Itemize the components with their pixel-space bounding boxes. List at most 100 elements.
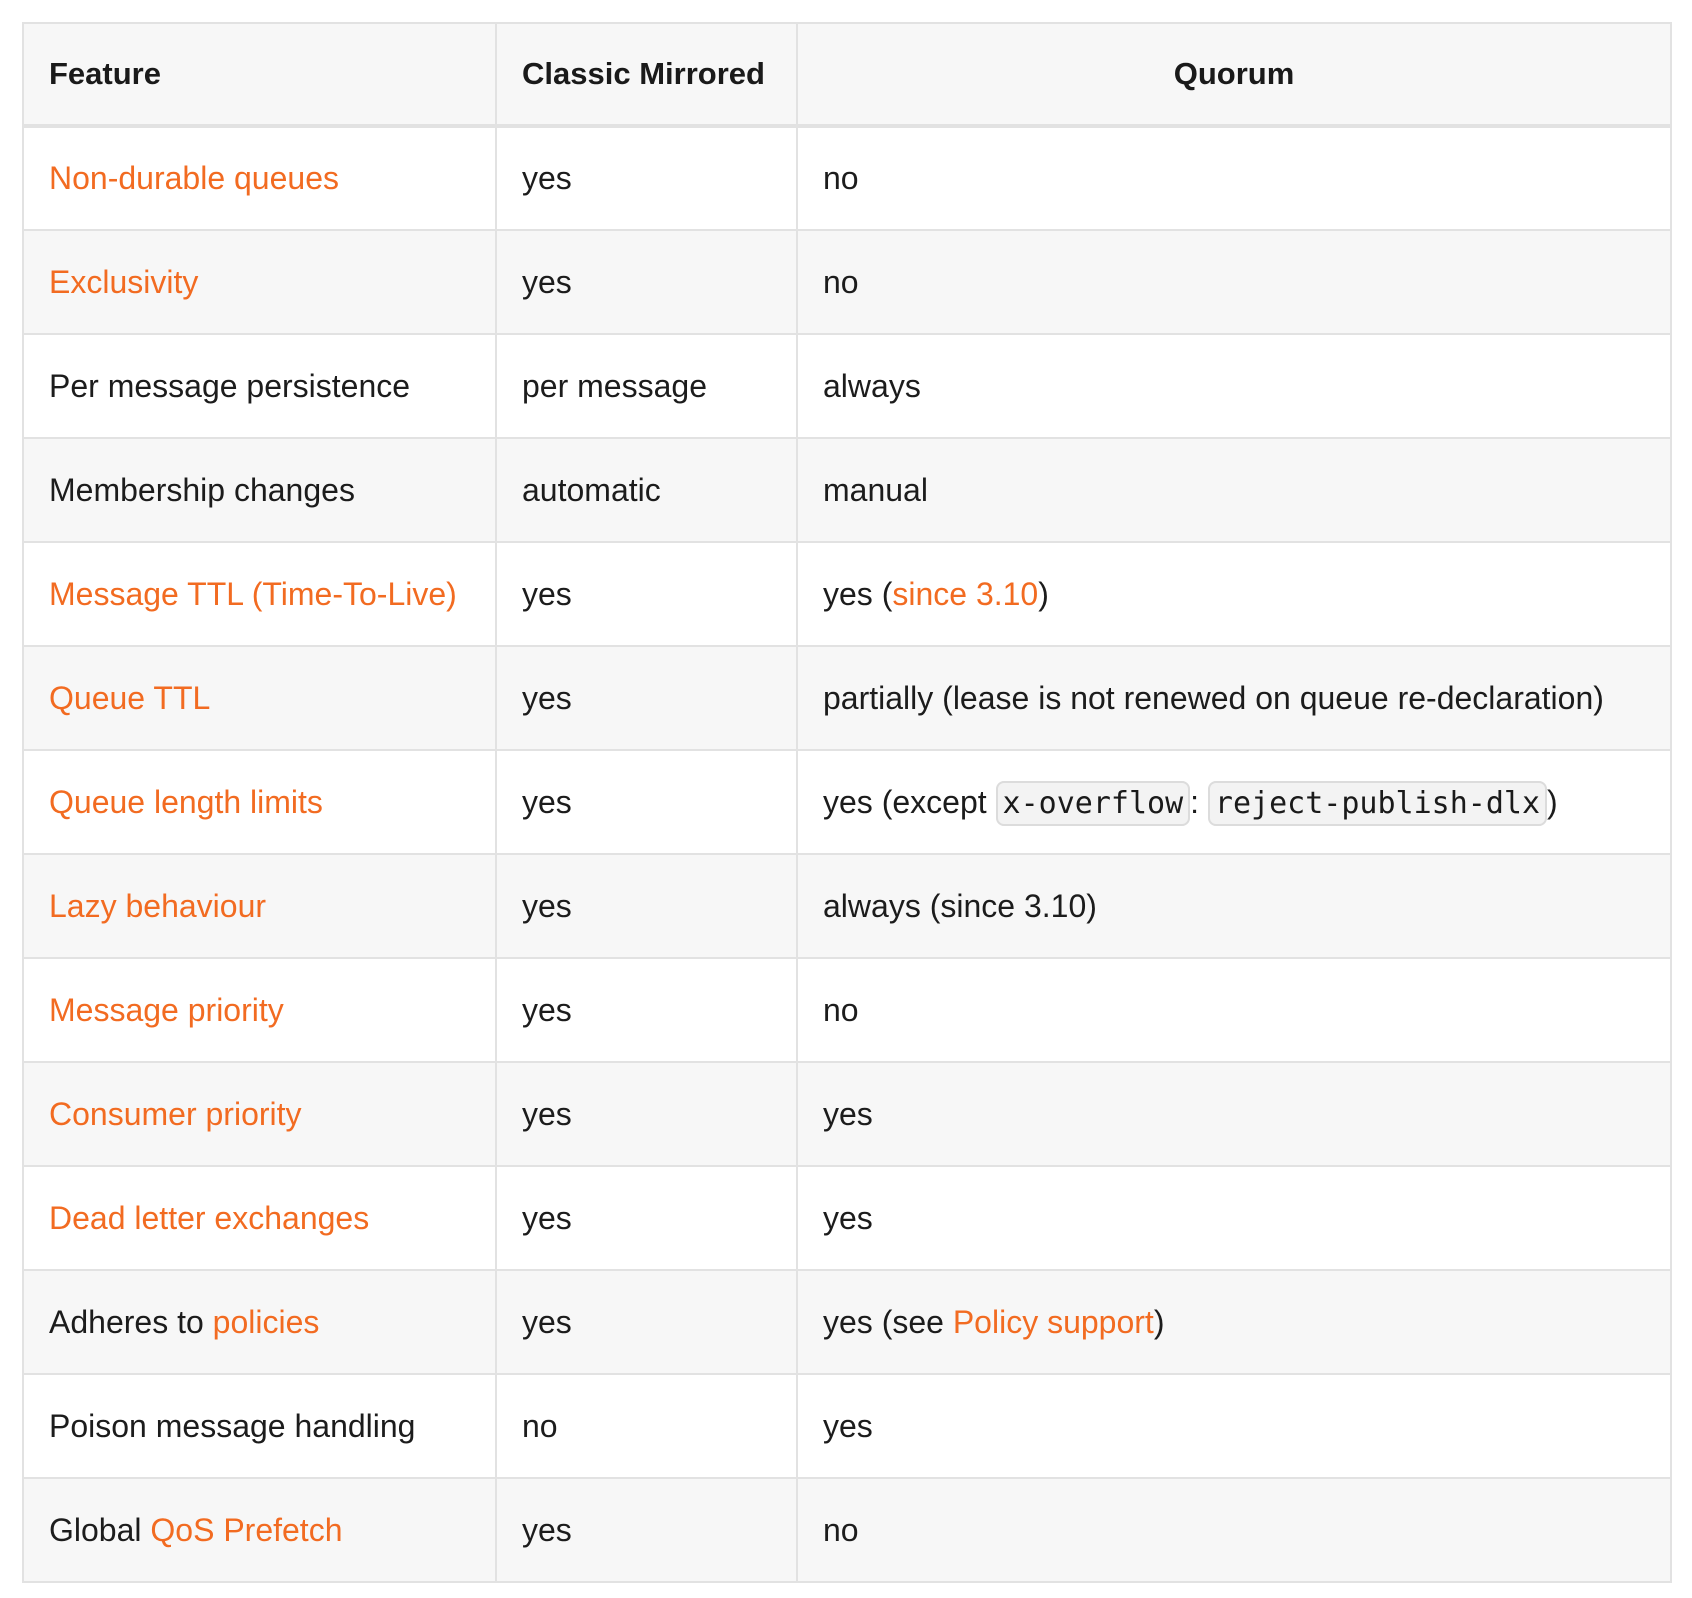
header-quorum: Quorum	[796, 22, 1672, 128]
link-exclusivity[interactable]: Exclusivity	[49, 264, 198, 300]
quorum-cell: yes	[796, 1373, 1672, 1479]
quorum-cell: no	[796, 957, 1672, 1063]
link-since-3-10[interactable]: since 3.10	[892, 576, 1038, 612]
classic-mirrored-cell: yes	[495, 1061, 798, 1167]
feature-cell: Dead letter exchanges	[22, 1165, 497, 1271]
link-message-priority[interactable]: Message priority	[49, 992, 284, 1028]
cell-text: yes	[522, 1511, 572, 1548]
classic-mirrored-cell: yes	[495, 853, 798, 959]
quorum-cell: manual	[796, 437, 1672, 543]
classic-mirrored-cell: yes	[495, 749, 798, 855]
feature-cell: Membership changes	[22, 437, 497, 543]
cell-text: yes	[522, 160, 572, 196]
classic-mirrored-cell: yes	[495, 645, 798, 751]
cell-text: per message	[522, 367, 707, 404]
link-policies[interactable]: policies	[213, 1304, 320, 1340]
cell-text: )	[1547, 783, 1558, 820]
classic-mirrored-cell: automatic	[495, 437, 798, 543]
classic-mirrored-cell: per message	[495, 333, 798, 439]
quorum-cell: no	[796, 1477, 1672, 1583]
table-row: Dead letter exchanges yes yes	[22, 1165, 1672, 1271]
feature-comparison-table: Feature Classic Mirrored Quorum Non-dura…	[22, 22, 1672, 1583]
cell-text: Membership changes	[49, 471, 355, 508]
header-row: Feature Classic Mirrored Quorum	[22, 22, 1672, 128]
cell-text: :	[1190, 783, 1208, 820]
cell-text: yes	[522, 575, 572, 612]
quorum-cell: yes (except x-overflow: reject-publish-d…	[796, 749, 1672, 855]
classic-mirrored-cell: yes	[495, 1165, 798, 1271]
cell-text: yes	[522, 1095, 572, 1132]
table-row: Consumer priority yes yes	[22, 1061, 1672, 1167]
cell-text: )	[1038, 575, 1049, 612]
link-lazy-behaviour[interactable]: Lazy behaviour	[49, 888, 266, 924]
table-row: Global QoS Prefetch yes no	[22, 1477, 1672, 1583]
table-row: Message priority yes no	[22, 957, 1672, 1063]
header-classic-mirrored: Classic Mirrored	[495, 22, 798, 128]
cell-text: yes	[522, 887, 572, 924]
link-consumer-priority[interactable]: Consumer priority	[49, 1096, 302, 1132]
feature-cell: Per message persistence	[22, 333, 497, 439]
table-header: Feature Classic Mirrored Quorum	[22, 22, 1672, 128]
cell-text: Global	[49, 1511, 151, 1548]
code-reject-publish-dlx: reject-publish-dlx	[1207, 780, 1548, 826]
link-message-ttl-time-to-live[interactable]: Message TTL (Time-To-Live)	[49, 576, 457, 612]
quorum-cell: always (since 3.10)	[796, 853, 1672, 959]
cell-text: no	[823, 263, 859, 300]
link-qos-prefetch[interactable]: QoS Prefetch	[150, 1512, 342, 1548]
link-queue-ttl[interactable]: Queue TTL	[49, 680, 210, 716]
classic-mirrored-cell: yes	[495, 541, 798, 647]
cell-text: automatic	[522, 471, 661, 508]
cell-text: partially (lease is not renewed on queue…	[823, 679, 1604, 716]
cell-text: always	[823, 367, 921, 404]
cell-text: no	[823, 160, 859, 196]
feature-comparison-table-container: Feature Classic Mirrored Quorum Non-dura…	[22, 22, 1672, 1583]
quorum-cell: no	[796, 125, 1672, 231]
classic-mirrored-cell: yes	[495, 957, 798, 1063]
quorum-cell: yes	[796, 1165, 1672, 1271]
cell-text: yes	[522, 263, 572, 300]
link-queue-length-limits[interactable]: Queue length limits	[49, 784, 323, 820]
feature-cell: Adheres to policies	[22, 1269, 497, 1375]
feature-cell: Consumer priority	[22, 1061, 497, 1167]
cell-text: Adheres to	[49, 1303, 213, 1340]
link-policy-support[interactable]: Policy support	[953, 1304, 1154, 1340]
table-row: Message TTL (Time-To-Live) yes yes (since …	[22, 541, 1672, 647]
classic-mirrored-cell: yes	[495, 125, 798, 231]
table-row: Poison message handling no yes	[22, 1373, 1672, 1479]
header-feature: Feature	[22, 22, 497, 128]
feature-cell: Message TTL (Time-To-Live)	[22, 541, 497, 647]
table-row: Non-durable queues yes no	[22, 125, 1672, 231]
cell-text: yes	[823, 1407, 873, 1444]
cell-text: yes (	[823, 575, 893, 612]
cell-text: no	[522, 1407, 558, 1444]
table-row: Membership changes automatic manual	[22, 437, 1672, 543]
cell-text: yes	[823, 1095, 873, 1132]
feature-cell: Queue TTL	[22, 645, 497, 751]
link-non-durable-queues[interactable]: Non-durable queues	[49, 160, 339, 196]
cell-text: )	[1153, 1303, 1165, 1340]
cell-text: no	[823, 991, 859, 1028]
table-body: Non-durable queues yes no Exclusivity yes no P…	[22, 125, 1672, 1583]
feature-cell: Poison message handling	[22, 1373, 497, 1479]
cell-text: yes	[823, 1199, 873, 1236]
cell-text: yes (except	[823, 783, 996, 820]
cell-text: yes	[522, 1303, 572, 1340]
table-row: Exclusivity yes no	[22, 229, 1672, 335]
link-dead-letter-exchanges[interactable]: Dead letter exchanges	[49, 1200, 369, 1236]
quorum-cell: yes	[796, 1061, 1672, 1167]
cell-text: yes	[522, 1199, 572, 1236]
classic-mirrored-cell: no	[495, 1373, 798, 1479]
quorum-cell: always	[796, 333, 1672, 439]
classic-mirrored-cell: yes	[495, 1477, 798, 1583]
cell-text: manual	[823, 471, 928, 508]
cell-text: yes	[522, 991, 572, 1028]
quorum-cell: yes (since 3.10)	[796, 541, 1672, 647]
feature-cell: Global QoS Prefetch	[22, 1477, 497, 1583]
cell-text: always (since 3.10)	[823, 887, 1097, 924]
code-x-overflow: x-overflow	[995, 780, 1191, 826]
feature-cell: Exclusivity	[22, 229, 497, 335]
classic-mirrored-cell: yes	[495, 229, 798, 335]
cell-text: no	[823, 1511, 859, 1548]
feature-cell: Message priority	[22, 957, 497, 1063]
cell-text: Poison message handling	[49, 1407, 416, 1444]
